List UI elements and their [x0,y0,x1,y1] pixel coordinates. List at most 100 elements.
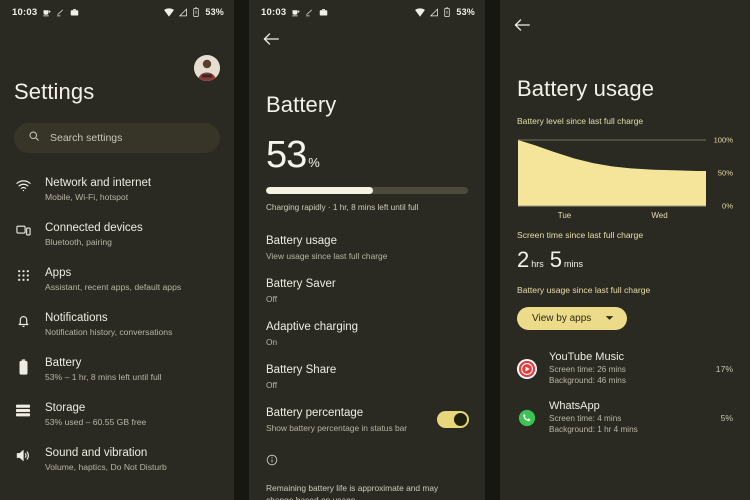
app-name: YouTube Music [549,351,625,363]
option-label: Adaptive charging [266,321,359,333]
battery-progress-bar [266,187,468,194]
status-bar-right: 53% [164,7,224,17]
sidebar-item-apps[interactable]: Apps Assistant, recent apps, default app… [0,257,234,302]
three-screenshot-strip: 10:03 53% Settings Search settings Netwo… [0,0,750,500]
sidebar-item-label: Sound and vibration [45,447,148,459]
app-background-time: Background: 46 mins [549,376,626,385]
screen-time-mins: 5 [549,247,563,272]
chart-x-tick: Tue [557,211,572,220]
back-arrow-icon[interactable] [500,10,536,40]
sidebar-item-sublabel: Assistant, recent apps, default apps [45,282,182,292]
status-bar-right: 53% [415,7,475,17]
pencil-icon [305,8,314,17]
option-battery-saver[interactable]: Battery Saver Off [249,269,485,312]
chart-y-tick: 50% [717,168,733,178]
wifi-icon [415,7,426,17]
option-sublabel: View usage since last full charge [266,251,388,261]
option-sublabel: Off [266,380,278,390]
battery-icon [14,356,32,375]
wifi-icon [14,176,32,192]
option-battery-percentage[interactable]: Battery percentage Show battery percenta… [249,398,485,441]
list-item[interactable]: YouTube Music Screen time: 26 mins Backg… [500,344,750,393]
battery-icon [193,7,200,17]
battery-usage-screen: Battery usage Battery level since last f… [500,0,750,500]
search-input[interactable]: Search settings [14,123,220,153]
chart-plot-area [518,139,706,207]
option-label: Battery usage [266,235,337,247]
battery-screen: 10:03 53% Battery 53 % Charging rapidly … [249,0,485,500]
sidebar-item-label: Notifications [45,312,108,324]
sidebar-item-sublabel: Bluetooth, pairing [45,237,112,247]
screen-time-hours: 2 [517,247,530,272]
page-title: Battery [266,92,337,117]
sidebar-item-network[interactable]: Network and internet Mobile, Wi-Fi, hots… [0,167,234,212]
camera-icon [319,8,328,17]
status-bar-battery-percent: 53% [205,7,224,17]
option-sublabel: Off [266,294,278,304]
search-placeholder: Search settings [50,132,123,144]
option-battery-usage[interactable]: Battery usage View usage since last full… [249,226,485,269]
app-name: WhatsApp [549,400,600,412]
sidebar-item-sublabel: Mobile, Wi-Fi, hotspot [45,192,129,202]
volume-icon [14,446,32,462]
sidebar-item-sublabel: 53% – 1 hr, 8 mins left until full [45,372,162,382]
back-arrow-icon[interactable] [249,24,285,54]
sidebar-item-battery[interactable]: Battery 53% – 1 hr, 8 mins left until fu… [0,347,234,392]
bell-icon [14,311,32,328]
app-battery-percent: 5% [720,412,733,423]
sidebar-item-notifications[interactable]: Notifications Notification history, conv… [0,302,234,347]
chart-x-tick: Wed [651,211,668,220]
option-sublabel: Show battery percentage in status bar [266,423,408,433]
list-item[interactable]: WhatsApp Screen time: 4 mins Background:… [500,393,750,442]
status-bar-left: 10:03 [12,7,79,18]
app-screen-time: Screen time: 4 mins [549,414,622,423]
option-battery-share[interactable]: Battery Share Off [249,355,485,398]
sidebar-item-sublabel: Notification history, conversations [45,327,173,337]
pencil-icon [56,8,65,17]
option-adaptive-charging[interactable]: Adaptive charging On [249,312,485,355]
page-title: Battery usage [517,76,655,101]
sidebar-item-label: Storage [45,402,86,414]
sidebar-item-sublabel: 53% used – 60.55 GB free [45,417,147,427]
status-bar-clock: 10:03 [12,6,38,18]
sidebar-item-label: Network and internet [45,177,152,189]
wifi-icon [164,7,175,17]
chevron-down-icon [605,313,614,324]
apps-grid-icon [14,266,32,282]
chart-x-axis-labels: Tue Wed [517,211,707,220]
app-battery-percent: 17% [715,363,733,374]
settings-screen: 10:03 53% Settings Search settings Netwo… [0,0,234,500]
storage-icon [14,401,32,417]
sidebar-item-storage[interactable]: Storage 53% used – 60.55 GB free [0,392,234,437]
screen-time-mins-unit: mins [564,259,584,269]
chart-y-tick: 100% [713,135,733,145]
option-label: Battery percentage [266,407,364,419]
chart-area-tue [518,140,612,206]
battery-progress-fill [266,187,374,194]
devices-icon [14,221,32,237]
sidebar-item-label: Connected devices [45,222,143,234]
avatar[interactable] [194,55,220,81]
battery-level-symbol: % [308,155,320,170]
youtube-music-icon [517,358,537,379]
status-bar: 10:03 53% [0,0,234,24]
battery-level-chart: 100% 50% 0% Tue Wed [517,135,733,220]
usage-heading: Battery usage since last full charge [517,285,651,295]
chart-caption: Battery level since last full charge [517,116,644,126]
sidebar-item-connected-devices[interactable]: Connected devices Bluetooth, pairing [0,212,234,257]
chart-area-wed [612,166,706,206]
app-background-time: Background: 1 hr 4 mins [549,425,638,434]
option-sublabel: On [266,337,278,347]
chart-y-tick: 0% [722,201,733,211]
info-icon [266,453,278,470]
battery-level-number: 53 [266,134,307,176]
status-bar: 10:03 53% [249,0,485,24]
status-bar-clock: 10:03 [261,6,287,18]
battery-percentage-toggle[interactable] [437,411,469,428]
app-usage-list: YouTube Music Screen time: 26 mins Backg… [500,344,750,442]
battery-level: 53 % [249,118,485,174]
view-by-apps-dropdown[interactable]: View by apps [517,307,628,330]
battery-icon [444,7,451,17]
sidebar-item-sound[interactable]: Sound and vibration Volume, haptics, Do … [0,437,234,482]
battery-options-list: Battery usage View usage since last full… [249,226,485,441]
